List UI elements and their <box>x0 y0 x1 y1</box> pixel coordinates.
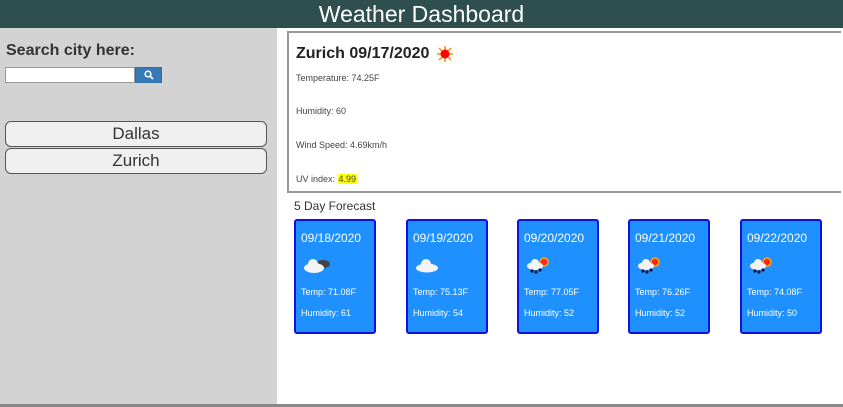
forecast-title: 5 Day Forecast <box>294 199 376 213</box>
forecast-humidity: Humidity: 52 <box>635 308 686 318</box>
page-header: Weather Dashboard <box>0 0 843 28</box>
forecast-card: 09/19/2020 Temp: 75.13F Humidity: 54 <box>406 219 488 334</box>
history-button-dallas[interactable]: Dallas <box>5 121 267 147</box>
forecast-date: 09/21/2020 <box>635 231 696 245</box>
rain-sun-icon <box>750 257 772 274</box>
forecast-temp: Temp: 74.08F <box>747 287 803 297</box>
forecast-date: 09/22/2020 <box>747 231 808 245</box>
forecast-humidity: Humidity: 50 <box>747 308 798 318</box>
forecast-card: 09/21/2020 Temp: 76.26F Humidity: 52 <box>628 219 710 334</box>
forecast-temp: Temp: 76.26F <box>635 287 691 297</box>
history-button-zurich[interactable]: Zurich <box>5 148 267 174</box>
rain-sun-icon <box>638 257 660 274</box>
current-weather-card: Zurich 09/17/2020 Temperature: 74.25F Hu… <box>287 31 841 193</box>
current-city-title: Zurich 09/17/2020 <box>296 45 430 62</box>
uv-value: 4.99 <box>337 174 358 184</box>
broken-clouds-icon <box>304 259 330 273</box>
uv-label: UV index: <box>296 174 336 184</box>
current-wind-speed: Wind Speed: 4.69km/h <box>296 140 388 150</box>
forecast-date: 09/18/2020 <box>301 231 362 245</box>
forecast-card: 09/20/2020 Temp: 77.05F Humidity: 52 <box>517 219 599 334</box>
forecast-humidity: Humidity: 61 <box>301 308 352 318</box>
forecast-temp: Temp: 75.13F <box>413 287 469 297</box>
forecast-temp: Temp: 77.05F <box>524 287 580 297</box>
forecast-humidity: Humidity: 54 <box>413 308 464 318</box>
sun-icon <box>437 46 454 62</box>
sidebar: Search city here: Dallas Zurich <box>0 28 277 404</box>
search-icon <box>143 70 154 80</box>
forecast-humidity: Humidity: 52 <box>524 308 575 318</box>
current-humidity: Humidity: 60 <box>296 106 347 116</box>
forecast-card: 09/18/2020 Temp: 71.08F Humidity: 61 <box>294 219 376 334</box>
forecast-temp: Temp: 71.08F <box>301 287 357 297</box>
current-uv-index: UV index: 4.99 <box>296 174 358 184</box>
forecast-date: 09/20/2020 <box>524 231 585 245</box>
search-input[interactable] <box>5 67 135 83</box>
page-title: Weather Dashboard <box>318 1 525 27</box>
forecast-card: 09/22/2020 Temp: 74.08F Humidity: 50 <box>740 219 822 334</box>
rain-sun-icon <box>527 257 549 274</box>
search-button[interactable] <box>135 67 162 83</box>
forecast-date: 09/19/2020 <box>413 231 474 245</box>
current-temperature: Temperature: 74.25F <box>296 73 380 83</box>
cloud-icon <box>416 259 438 273</box>
search-label: Search city here: <box>6 42 135 59</box>
